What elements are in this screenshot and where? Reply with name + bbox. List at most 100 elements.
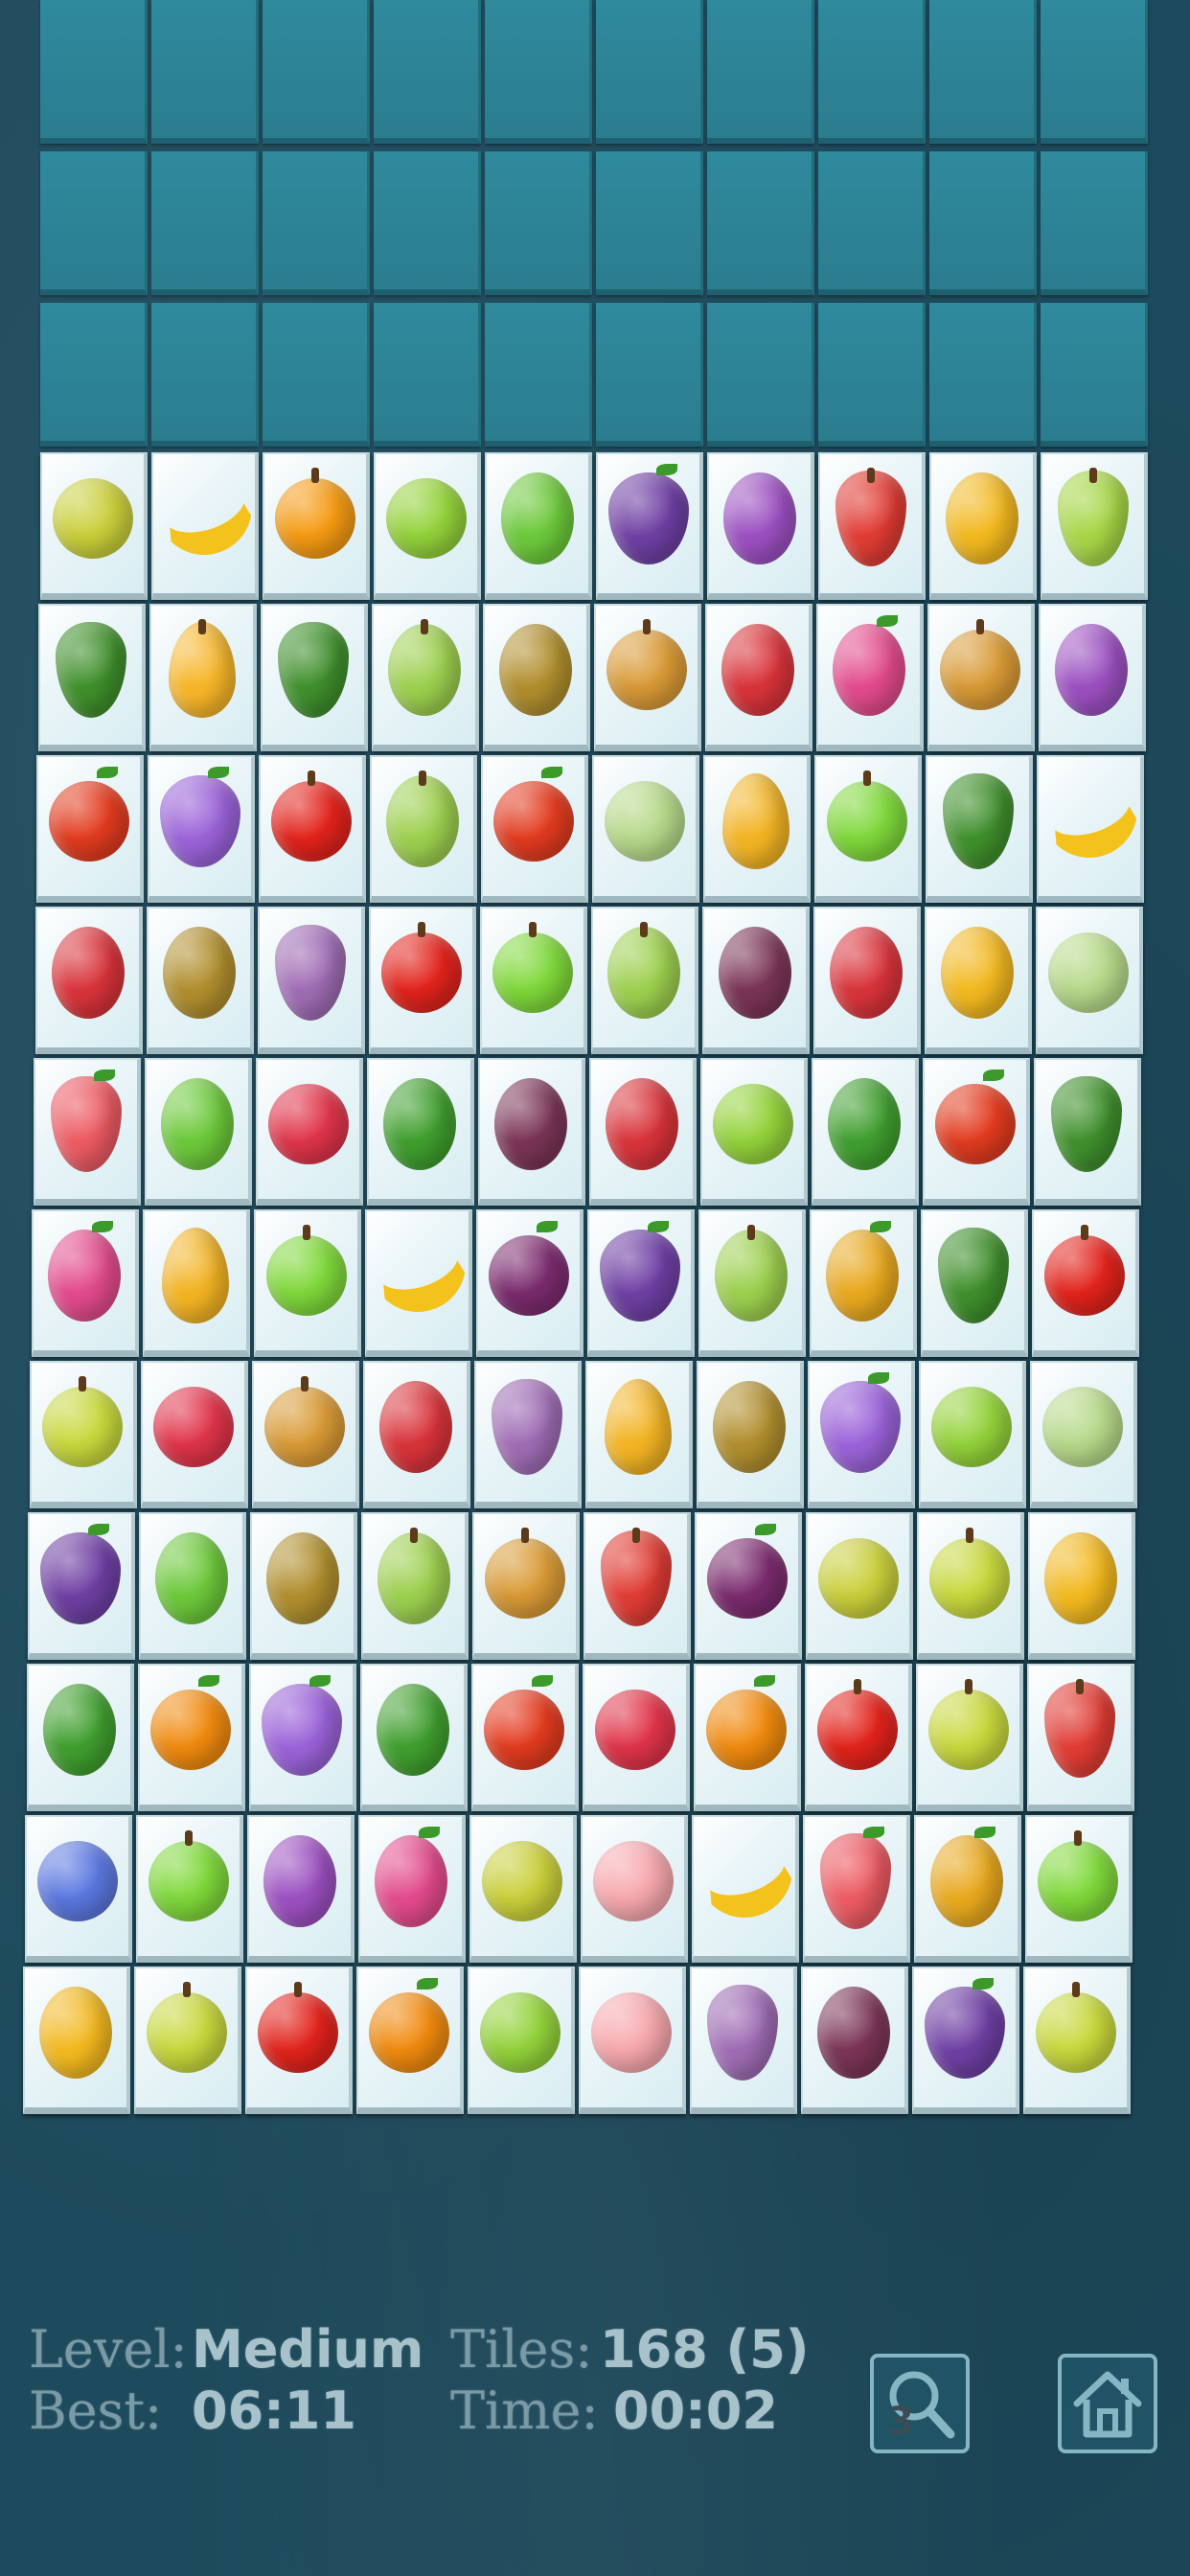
tile-tomato[interactable] xyxy=(36,755,144,903)
tile-orange[interactable] xyxy=(263,452,370,600)
tile-green-mango[interactable] xyxy=(370,755,477,903)
tile-red-apple[interactable] xyxy=(805,1664,912,1811)
tile-mango-ripe[interactable] xyxy=(134,1966,241,2114)
tile-mango-ripe[interactable] xyxy=(917,1512,1024,1660)
tile-grapes[interactable] xyxy=(148,755,255,903)
tile-durian[interactable] xyxy=(469,1815,577,1963)
tile-strawberry[interactable] xyxy=(34,1058,141,1206)
tile-kiwi[interactable] xyxy=(147,907,254,1054)
tile-starfruit[interactable] xyxy=(23,1966,130,2114)
tile-avocado[interactable] xyxy=(261,604,368,751)
tile-peach[interactable] xyxy=(579,1966,686,2114)
tile-asian-pear[interactable] xyxy=(252,1361,359,1508)
tile-avocado[interactable] xyxy=(926,755,1033,903)
tile-lime[interactable] xyxy=(485,452,592,600)
tile-banana[interactable] xyxy=(356,1203,479,1357)
tile-green-apple[interactable] xyxy=(254,1209,361,1357)
tile-avocado[interactable] xyxy=(921,1209,1028,1357)
tile-pomegranate[interactable] xyxy=(256,1058,363,1206)
tile-papaya[interactable] xyxy=(585,1361,693,1508)
tile-red-apple[interactable] xyxy=(259,755,366,903)
tile-pomegranate[interactable] xyxy=(583,1664,690,1811)
tile-blackberry[interactable] xyxy=(587,1209,695,1357)
tile-persimmon[interactable] xyxy=(694,1664,801,1811)
tile-custard-apple[interactable] xyxy=(700,1058,808,1206)
tile-plum[interactable] xyxy=(247,1815,355,1963)
tile-starfruit[interactable] xyxy=(925,907,1032,1054)
tile-green-apple[interactable] xyxy=(1025,1815,1133,1963)
tile-green-apple[interactable] xyxy=(136,1815,243,1963)
tile-green-mango[interactable] xyxy=(372,604,479,751)
tile-green-apple[interactable] xyxy=(480,907,587,1054)
tile-custard-apple[interactable] xyxy=(468,1966,575,2114)
tile-banana[interactable] xyxy=(683,1808,806,1963)
tile-plum[interactable] xyxy=(1039,604,1146,751)
tile-passion-fruit[interactable] xyxy=(702,907,810,1054)
tile-watermelon[interactable] xyxy=(812,1058,919,1206)
tile-rose-apple[interactable] xyxy=(1027,1664,1134,1811)
tile-lime[interactable] xyxy=(139,1512,246,1660)
tile-banana[interactable] xyxy=(143,446,265,600)
tile-melon[interactable] xyxy=(1030,1361,1137,1508)
tile-red-apple[interactable] xyxy=(245,1966,353,2114)
tile-peach[interactable] xyxy=(581,1815,688,1963)
tile-green-mango[interactable] xyxy=(361,1512,469,1660)
tile-fig[interactable] xyxy=(258,907,365,1054)
tile-mango[interactable] xyxy=(149,604,257,751)
tile-strawberry[interactable] xyxy=(803,1815,910,1963)
tile-kiwi[interactable] xyxy=(697,1361,804,1508)
tile-fig[interactable] xyxy=(474,1361,582,1508)
tile-melon[interactable] xyxy=(592,755,699,903)
tile-passion-fruit[interactable] xyxy=(478,1058,585,1206)
tile-durian[interactable] xyxy=(40,452,148,600)
tile-melon[interactable] xyxy=(1036,907,1143,1054)
tile-banana[interactable] xyxy=(1028,748,1151,903)
tile-pineapple[interactable] xyxy=(914,1815,1021,1963)
tile-watermelon[interactable] xyxy=(360,1664,468,1811)
tile-plum[interactable] xyxy=(707,452,814,600)
tile-asian-pear[interactable] xyxy=(927,604,1035,751)
tile-tomato[interactable] xyxy=(471,1664,579,1811)
tile-watermelon[interactable] xyxy=(367,1058,474,1206)
tile-passion-fruit[interactable] xyxy=(801,1966,908,2114)
tile-papaya[interactable] xyxy=(143,1209,250,1357)
tile-red-apple[interactable] xyxy=(369,907,476,1054)
tile-durian[interactable] xyxy=(806,1512,913,1660)
tile-pear[interactable] xyxy=(1041,452,1148,600)
tile-tomato[interactable] xyxy=(923,1058,1030,1206)
tile-dragon-fruit[interactable] xyxy=(816,604,924,751)
tile-green-mango[interactable] xyxy=(591,907,698,1054)
tile-mango-ripe[interactable] xyxy=(916,1664,1023,1811)
tile-kiwi[interactable] xyxy=(483,604,590,751)
tile-rose-apple[interactable] xyxy=(584,1512,691,1660)
tile-lychee[interactable] xyxy=(589,1058,697,1206)
tile-starfruit[interactable] xyxy=(929,452,1037,600)
tile-dragon-fruit[interactable] xyxy=(358,1815,466,1963)
tile-fig[interactable] xyxy=(690,1966,797,2114)
tile-blackberry[interactable] xyxy=(28,1512,135,1660)
tile-red-apple[interactable] xyxy=(1032,1209,1139,1357)
tile-watermelon[interactable] xyxy=(27,1664,134,1811)
tile-blackberry[interactable] xyxy=(912,1966,1019,2114)
tile-lychee[interactable] xyxy=(813,907,921,1054)
tile-grapes[interactable] xyxy=(808,1361,915,1508)
tile-dragon-fruit[interactable] xyxy=(32,1209,139,1357)
tile-mangosteen[interactable] xyxy=(695,1512,802,1660)
tile-blackberry[interactable] xyxy=(596,452,703,600)
tile-avocado[interactable] xyxy=(1034,1058,1141,1206)
tile-asian-pear[interactable] xyxy=(472,1512,580,1660)
tile-grapes[interactable] xyxy=(249,1664,356,1811)
tile-lychee[interactable] xyxy=(363,1361,470,1508)
tile-starfruit[interactable] xyxy=(1028,1512,1135,1660)
tile-mango-ripe[interactable] xyxy=(1023,1966,1131,2114)
tile-lychee[interactable] xyxy=(705,604,812,751)
tile-pineapple[interactable] xyxy=(810,1209,917,1357)
tile-lime[interactable] xyxy=(145,1058,252,1206)
tile-avocado[interactable] xyxy=(38,604,146,751)
home-button[interactable] xyxy=(1058,2354,1157,2453)
tile-persimmon[interactable] xyxy=(138,1664,245,1811)
tile-asian-pear[interactable] xyxy=(594,604,701,751)
tile-blueberry[interactable] xyxy=(25,1815,132,1963)
tile-kiwi[interactable] xyxy=(250,1512,357,1660)
tile-rose-apple[interactable] xyxy=(818,452,926,600)
